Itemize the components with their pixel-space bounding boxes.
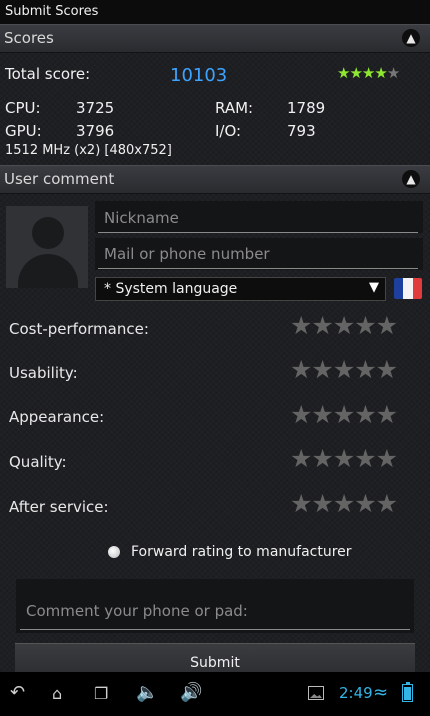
ram-value: 1789 [287,99,326,117]
flag-blue-stripe [394,278,404,299]
rating-label-after-service: After service: [9,498,109,516]
total-score-value: 10103 [170,65,228,86]
io-label: I/O: [215,122,242,140]
scores-section-header[interactable]: Scores ▲ [0,24,430,53]
star-empty-icon: ★ [386,64,400,82]
title-bar: Submit Scores [0,0,430,24]
rating-stars-quality[interactable]: ★★★★★ [290,446,398,472]
caret-down-icon: ▼ [369,280,379,295]
comment-section-header[interactable]: User comment ▲ [0,165,430,194]
rating-label-usability: Usability: [9,364,78,382]
forward-rating-label: Forward rating to manufacturer [131,544,352,560]
rating-stars-appearance[interactable]: ★★★★★ [290,402,398,428]
france-flag-icon[interactable] [394,278,422,299]
gallery-notification-icon[interactable] [308,686,324,700]
flag-red-stripe [412,278,422,299]
chevron-up-icon[interactable]: ▲ [402,170,420,188]
battery-fill [404,687,411,700]
gpu-label: GPU: [5,122,42,140]
avatar-head-shape [32,217,64,249]
star-filled-icon: ★ [337,64,350,82]
rating-label-appearance: Appearance: [9,408,105,426]
rating-label-quality: Quality: [9,453,67,471]
rating-stars-after-service[interactable]: ★★★★★ [290,491,398,517]
total-rating-stars: ★★★★★ [337,64,400,82]
rating-stars-cost-performance[interactable]: ★★★★★ [290,313,398,339]
chevron-up-icon[interactable]: ▲ [402,29,420,47]
rating-stars-usability[interactable]: ★★★★★ [290,357,398,383]
nickname-input[interactable] [98,204,418,233]
cpu-label: CPU: [5,99,41,117]
star-filled-icon: ★ [349,64,362,82]
avatar-body-shape [18,254,78,288]
scores-section-title: Scores [4,29,54,47]
ram-label: RAM: [215,99,254,117]
star-filled-icon: ★ [374,64,387,82]
forward-rating-radio[interactable] [108,546,120,558]
volume-up-icon[interactable]: 🔊 [180,682,202,703]
device-info: 1512 MHz (x2) [480x752] [5,143,172,158]
comment-input[interactable] [20,592,410,630]
cpu-value: 3725 [76,99,115,117]
battery-icon [402,682,413,702]
main-content: Scores ▲ Total score: 10103 ★★★★★ CPU: 3… [0,24,430,681]
contact-input[interactable] [98,240,418,269]
wifi-icon: ≈ [373,682,389,703]
language-select[interactable]: * System language ▼ [95,277,386,301]
total-score-label: Total score: [5,65,91,83]
rating-label-cost-performance: Cost-performance: [9,320,149,338]
home-icon[interactable]: ⌂ [52,684,62,703]
star-filled-icon: ★ [361,64,375,82]
gpu-value: 3796 [76,122,115,140]
language-select-value: * System language [104,281,238,297]
system-navbar: ↶ ⌂ ❐ 🔈 🔊 2:49 ≈ [0,672,430,716]
io-value: 793 [287,122,316,140]
recent-apps-icon[interactable]: ❐ [94,684,108,703]
status-clock: 2:49 [339,684,373,702]
avatar[interactable] [6,206,88,288]
comment-section-title: User comment [4,170,115,188]
window-title: Submit Scores [5,4,99,19]
back-icon[interactable]: ↶ [10,682,25,703]
flag-white-stripe [403,278,413,299]
volume-down-icon[interactable]: 🔈 [136,682,158,703]
